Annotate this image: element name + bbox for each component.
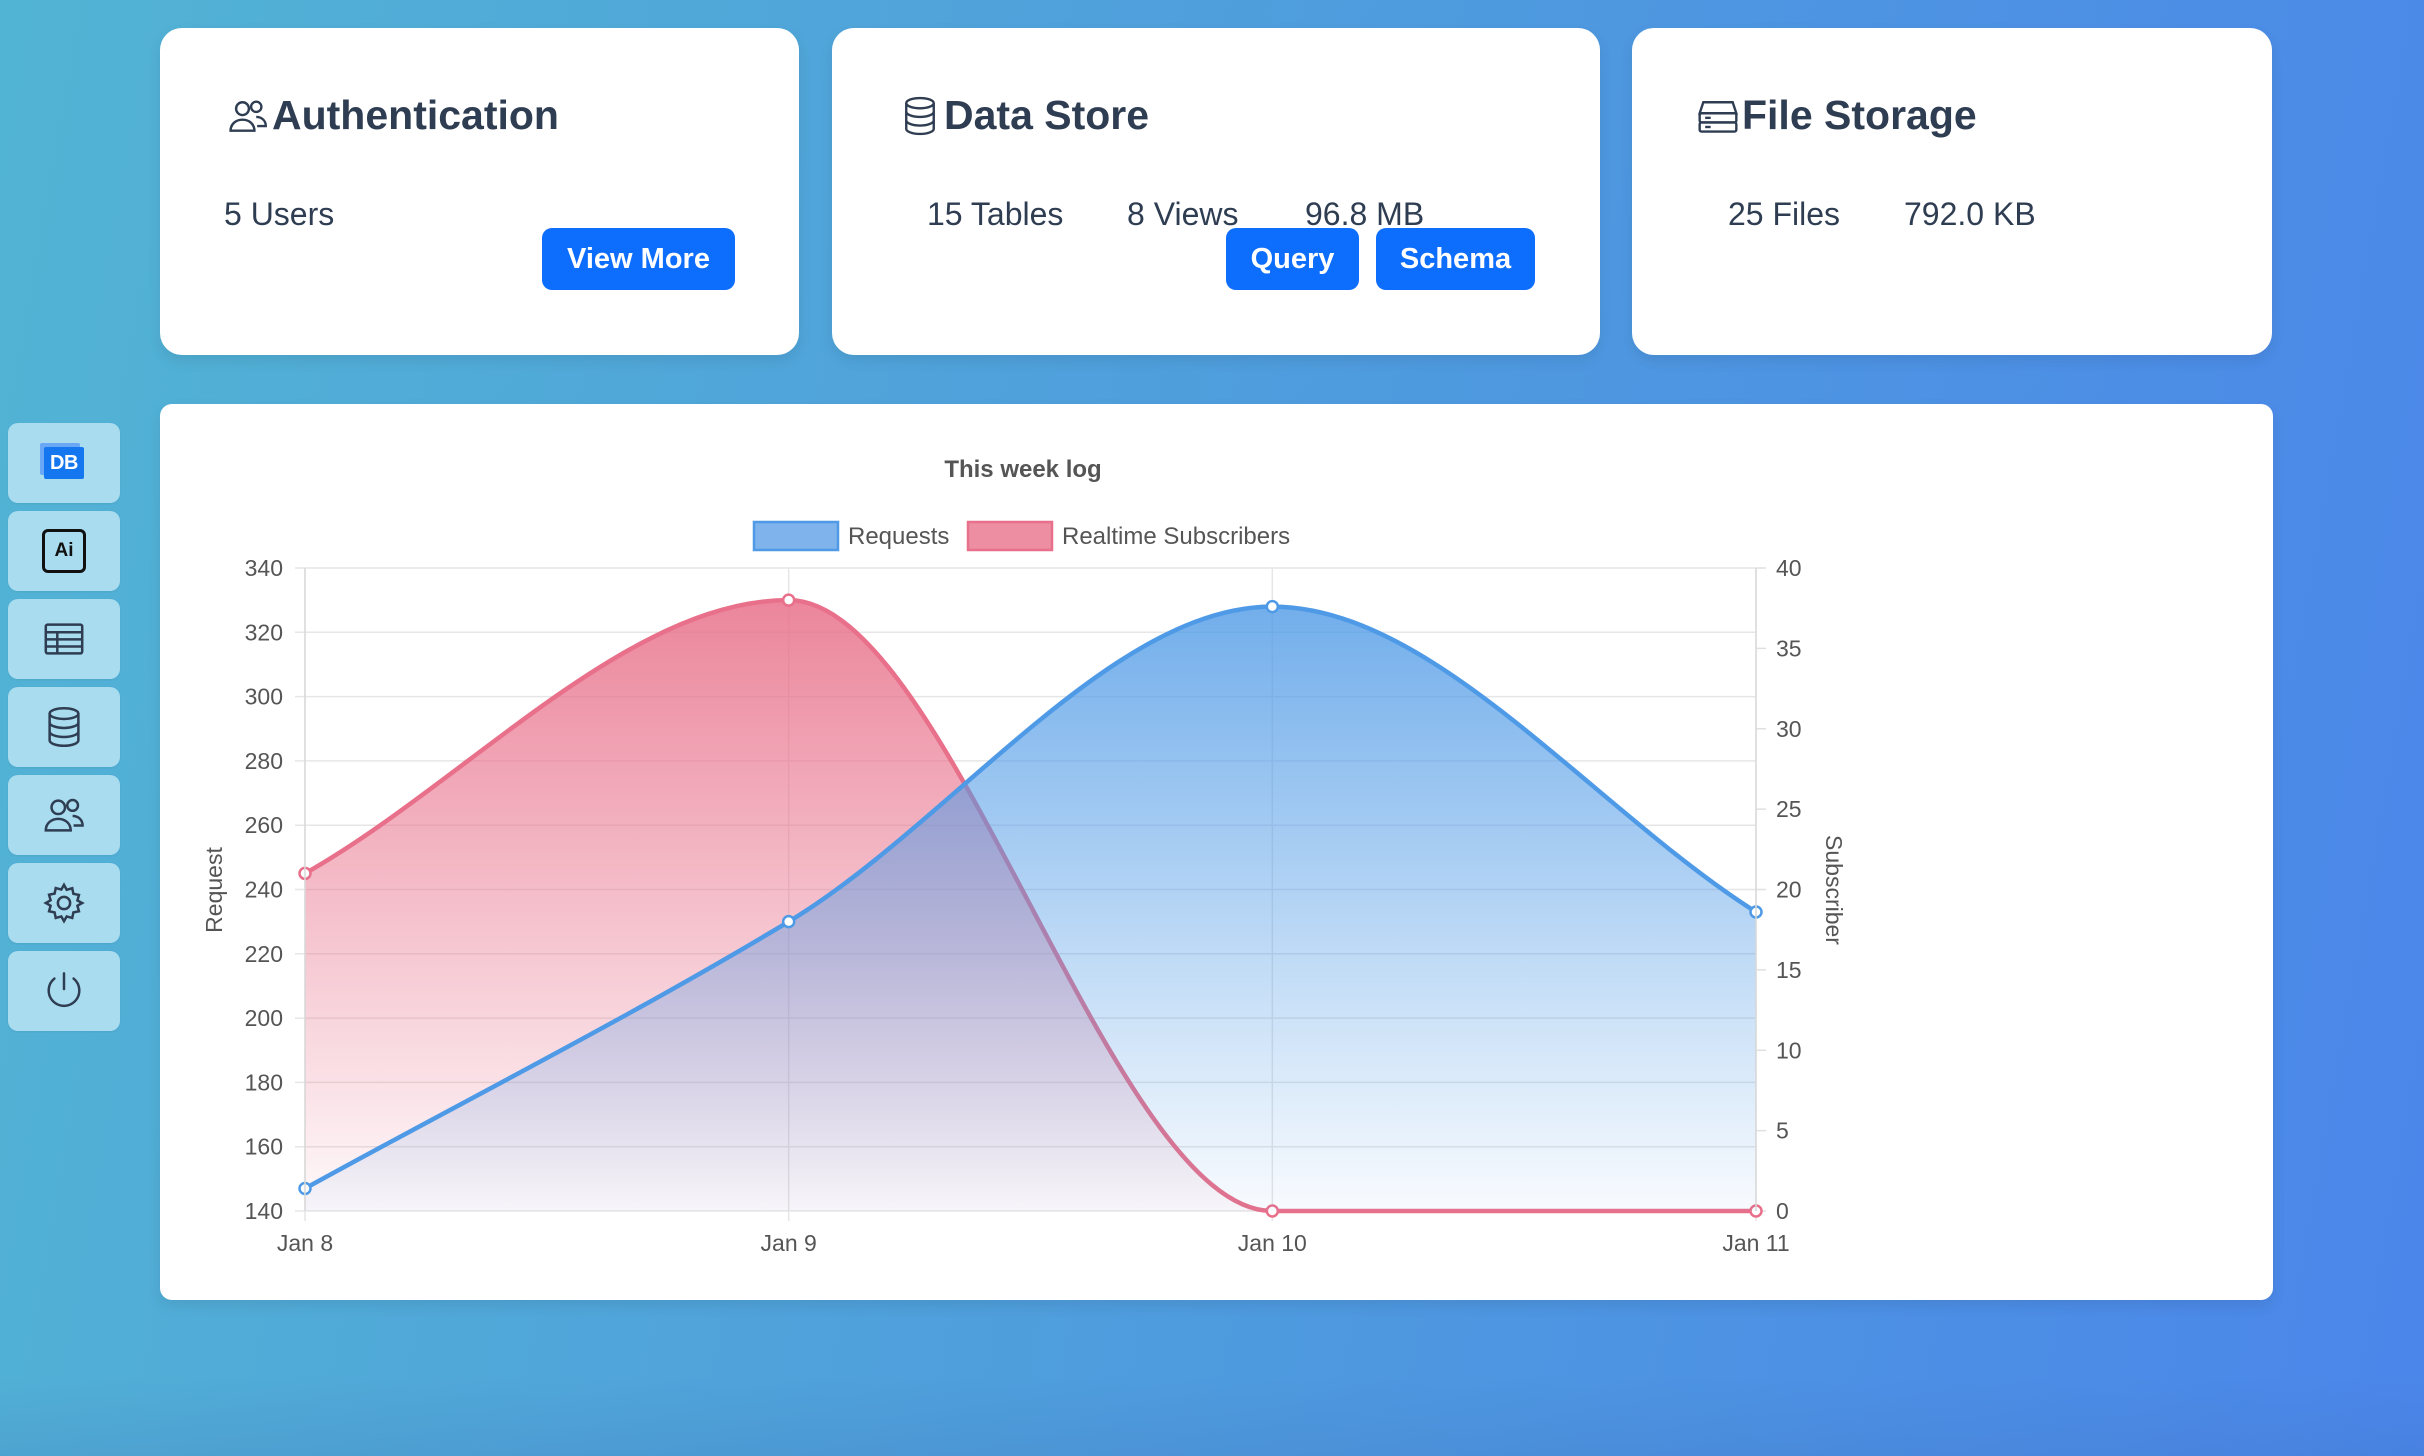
week-log-chart: 140 160 180 200 220 240 260 280 300 320 340 0 5 10 15 2… — [201, 456, 1847, 1256]
y-left-tick-label: 240 — [245, 877, 283, 903]
sidebar-item-ai[interactable]: Ai — [8, 511, 120, 591]
sidebar: DB Ai — [8, 423, 120, 1039]
sidebar-item-tables[interactable] — [8, 599, 120, 679]
x-tick-label: Jan 8 — [277, 1230, 333, 1256]
y-left-tick-label: 300 — [245, 684, 283, 710]
y-left-tick-label: 280 — [245, 748, 283, 774]
y-left-tick-label: 180 — [245, 1069, 283, 1095]
y-right-tick-label: 35 — [1776, 635, 1802, 661]
y-right-tick-label: 10 — [1776, 1037, 1802, 1063]
y-left-tick-label: 340 — [245, 555, 283, 581]
data-store-title: Data Store — [898, 92, 1149, 139]
authentication-card: Authentication 5 Users View More — [160, 28, 799, 355]
users-icon — [229, 100, 267, 132]
file-storage-title: File Storage — [1696, 92, 1977, 139]
database-icon — [905, 96, 935, 135]
sidebar-item-database[interactable] — [8, 687, 120, 767]
sidebar-item-users[interactable] — [8, 775, 120, 855]
ai-icon: Ai — [42, 529, 86, 573]
chart-title: This week log — [944, 456, 1101, 483]
y-right-tick-label: 5 — [1776, 1118, 1789, 1144]
sidebar-item-db[interactable]: DB — [8, 423, 120, 503]
power-icon — [47, 972, 81, 1008]
tables-count: 15 Tables — [927, 196, 1064, 232]
y-left-tick-label: 220 — [245, 941, 283, 967]
schema-button[interactable]: Schema — [1376, 228, 1535, 290]
y-left-tick-label: 160 — [245, 1134, 283, 1160]
sidebar-item-power[interactable] — [8, 951, 120, 1031]
y-right-tick-label: 30 — [1776, 716, 1802, 742]
query-button[interactable]: Query — [1226, 228, 1359, 290]
data-store-title-text: Data Store — [944, 92, 1150, 138]
database-icon — [48, 706, 80, 748]
users-icon — [44, 798, 84, 832]
legend-swatch-requests — [752, 520, 840, 552]
view-more-button[interactable]: View More — [542, 228, 735, 290]
legend-label-requests: Requests — [848, 523, 949, 550]
file-size: 792.0 KB — [1904, 196, 2036, 232]
y-left-axis-label: Request — [201, 847, 227, 933]
y-left-tick-label: 320 — [245, 619, 283, 645]
file-storage-card: File Storage 25 Files 792.0 KB — [1632, 28, 2272, 355]
views-count: 8 Views — [1127, 196, 1239, 232]
realtime-subscribers-point — [781, 593, 796, 607]
y-left-tick-label: 140 — [245, 1198, 283, 1224]
y-right-tick-label: 20 — [1776, 877, 1802, 903]
authentication-title: Authentication — [226, 92, 559, 139]
background-shade — [0, 1376, 2424, 1456]
y-right-axis-label: Subscriber — [1821, 835, 1847, 945]
y-right-tick-label: 25 — [1776, 796, 1802, 822]
y-right-tick-label: 15 — [1776, 957, 1802, 983]
storage-icon — [1698, 100, 1738, 133]
y-right-tick-label: 40 — [1776, 555, 1802, 581]
requests-point — [1265, 599, 1280, 614]
sidebar-item-settings[interactable] — [8, 863, 120, 943]
y-left-tick-label: 200 — [245, 1005, 283, 1031]
data-store-card: Data Store 15 Tables 8 Views 96.8 MB Que… — [832, 28, 1600, 355]
y-right-tick-label: 0 — [1776, 1198, 1789, 1224]
x-tick-label: Jan 10 — [1238, 1230, 1307, 1256]
legend-label-subscribers: Realtime Subscribers — [1062, 523, 1290, 550]
authentication-title-text: Authentication — [272, 92, 559, 138]
y-left-tick-label: 260 — [245, 812, 283, 838]
db-logo-icon: DB — [44, 447, 84, 479]
requests-point — [781, 914, 796, 929]
gear-icon — [43, 882, 85, 924]
x-tick-label: Jan 9 — [761, 1230, 817, 1256]
files-count: 25 Files — [1728, 196, 1841, 232]
legend-swatch-subscribers — [966, 520, 1054, 552]
users-count: 5 Users — [224, 196, 335, 232]
table-icon — [44, 623, 84, 655]
x-tick-label: Jan 11 — [1722, 1230, 1789, 1256]
file-storage-title-text: File Storage — [1742, 92, 1977, 138]
chart-panel: 140 160 180 200 220 240 260 280 300 320 340 0 5 10 15 2… — [160, 404, 2273, 1300]
